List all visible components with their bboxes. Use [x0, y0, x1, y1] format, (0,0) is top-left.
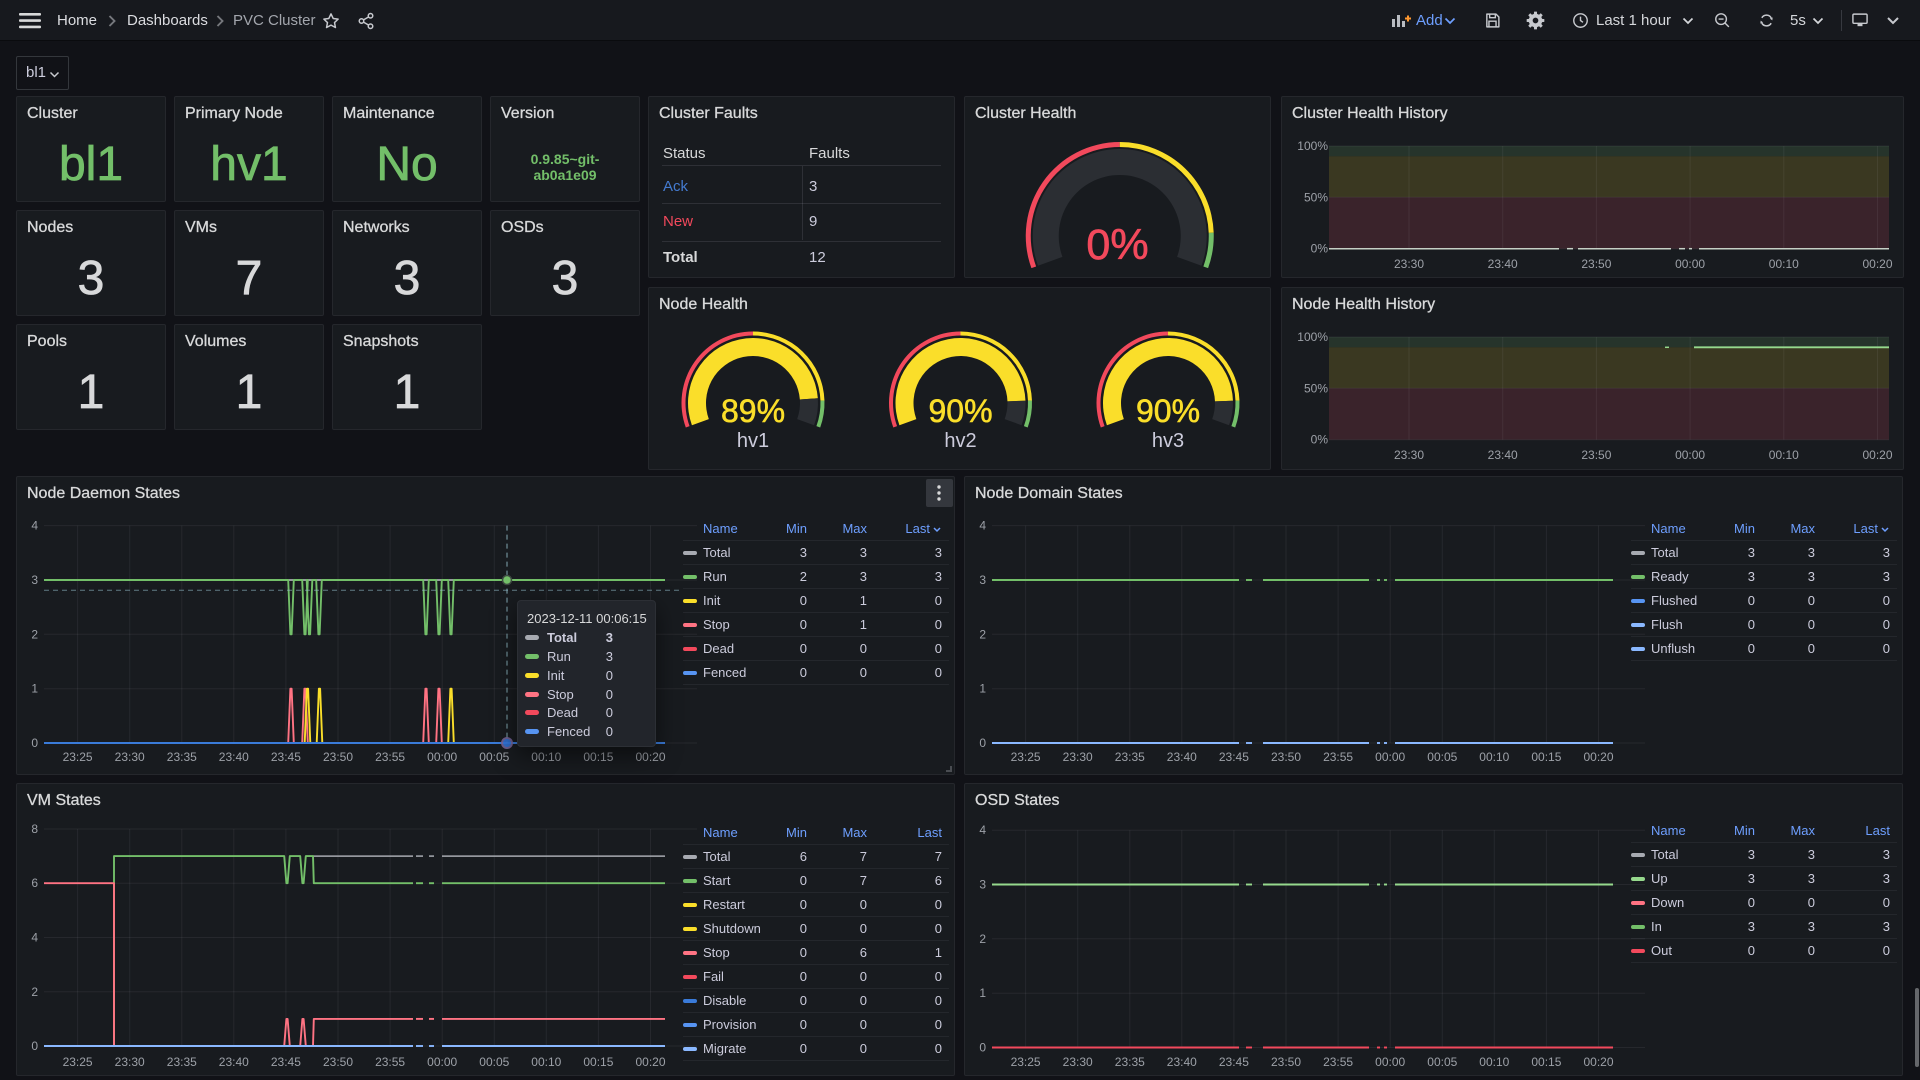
svg-text:4: 4 — [979, 519, 986, 533]
svg-text:23:25: 23:25 — [1011, 750, 1041, 764]
svg-text:23:40: 23:40 — [1167, 750, 1197, 764]
svg-text:00:20: 00:20 — [635, 750, 665, 764]
svg-text:23:40: 23:40 — [1488, 257, 1518, 271]
svg-text:23:40: 23:40 — [219, 750, 249, 764]
svg-text:2: 2 — [979, 627, 986, 641]
svg-text:2: 2 — [31, 627, 38, 641]
svg-text:4: 4 — [31, 931, 38, 945]
svg-text:23:30: 23:30 — [1394, 257, 1424, 271]
svg-text:23:30: 23:30 — [1063, 1055, 1093, 1069]
svg-text:0%: 0% — [1311, 433, 1329, 447]
svg-text:23:40: 23:40 — [219, 1055, 249, 1069]
svg-text:23:35: 23:35 — [1115, 750, 1145, 764]
svg-text:00:05: 00:05 — [1427, 750, 1457, 764]
svg-text:00:15: 00:15 — [1531, 750, 1561, 764]
svg-text:23:45: 23:45 — [271, 1055, 301, 1069]
svg-text:23:30: 23:30 — [115, 750, 145, 764]
svg-text:23:50: 23:50 — [1581, 448, 1611, 462]
svg-text:3: 3 — [31, 573, 38, 587]
svg-text:6: 6 — [31, 876, 38, 890]
svg-text:23:40: 23:40 — [1488, 448, 1518, 462]
svg-text:00:20: 00:20 — [1862, 257, 1892, 271]
svg-text:00:20: 00:20 — [1583, 1055, 1613, 1069]
svg-text:23:50: 23:50 — [323, 750, 353, 764]
svg-text:23:55: 23:55 — [375, 1055, 405, 1069]
svg-text:00:15: 00:15 — [583, 1055, 613, 1069]
svg-text:0%: 0% — [1311, 242, 1329, 256]
svg-text:23:45: 23:45 — [271, 750, 301, 764]
svg-text:50%: 50% — [1304, 190, 1328, 204]
svg-text:23:30: 23:30 — [1063, 750, 1093, 764]
svg-text:23:55: 23:55 — [1323, 1055, 1353, 1069]
svg-text:0: 0 — [31, 736, 38, 750]
svg-text:8: 8 — [31, 822, 38, 836]
svg-text:4: 4 — [979, 823, 986, 837]
svg-text:23:45: 23:45 — [1219, 1055, 1249, 1069]
svg-text:23:50: 23:50 — [1271, 750, 1301, 764]
svg-text:00:00: 00:00 — [1375, 1055, 1405, 1069]
svg-text:23:30: 23:30 — [115, 1055, 145, 1069]
svg-text:00:10: 00:10 — [531, 1055, 561, 1069]
svg-text:1: 1 — [979, 682, 986, 696]
svg-text:1: 1 — [979, 986, 986, 1000]
svg-text:00:00: 00:00 — [1675, 257, 1705, 271]
svg-text:23:50: 23:50 — [1271, 1055, 1301, 1069]
svg-text:4: 4 — [31, 519, 38, 533]
svg-text:00:10: 00:10 — [1479, 1055, 1509, 1069]
svg-text:0: 0 — [979, 1041, 986, 1055]
svg-text:100%: 100% — [1297, 330, 1328, 344]
svg-text:00:00: 00:00 — [1675, 448, 1705, 462]
svg-text:00:15: 00:15 — [583, 750, 613, 764]
svg-text:00:15: 00:15 — [1531, 1055, 1561, 1069]
svg-text:23:35: 23:35 — [167, 1055, 197, 1069]
svg-text:3: 3 — [979, 878, 986, 892]
svg-text:23:25: 23:25 — [63, 750, 93, 764]
svg-text:00:05: 00:05 — [479, 1055, 509, 1069]
svg-text:1: 1 — [31, 682, 38, 696]
svg-text:23:25: 23:25 — [63, 1055, 93, 1069]
svg-text:23:50: 23:50 — [1581, 257, 1611, 271]
svg-text:100%: 100% — [1297, 139, 1328, 153]
svg-text:00:00: 00:00 — [427, 750, 457, 764]
svg-text:23:50: 23:50 — [323, 1055, 353, 1069]
svg-text:00:00: 00:00 — [427, 1055, 457, 1069]
svg-text:0: 0 — [31, 1039, 38, 1053]
svg-text:23:40: 23:40 — [1167, 1055, 1197, 1069]
svg-text:00:05: 00:05 — [479, 750, 509, 764]
svg-text:00:10: 00:10 — [1769, 257, 1799, 271]
svg-text:00:10: 00:10 — [1769, 448, 1799, 462]
svg-text:00:20: 00:20 — [1862, 448, 1892, 462]
svg-text:00:10: 00:10 — [1479, 750, 1509, 764]
svg-text:23:55: 23:55 — [1323, 750, 1353, 764]
svg-text:00:20: 00:20 — [635, 1055, 665, 1069]
svg-text:23:25: 23:25 — [1011, 1055, 1041, 1069]
svg-text:23:45: 23:45 — [1219, 750, 1249, 764]
svg-text:23:55: 23:55 — [375, 750, 405, 764]
svg-text:3: 3 — [979, 573, 986, 587]
svg-text:00:00: 00:00 — [1375, 750, 1405, 764]
svg-text:50%: 50% — [1304, 381, 1328, 395]
svg-text:2: 2 — [979, 932, 986, 946]
svg-text:23:30: 23:30 — [1394, 448, 1424, 462]
svg-text:00:10: 00:10 — [531, 750, 561, 764]
svg-text:00:20: 00:20 — [1583, 750, 1613, 764]
svg-text:23:35: 23:35 — [1115, 1055, 1145, 1069]
svg-text:00:05: 00:05 — [1427, 1055, 1457, 1069]
svg-text:0: 0 — [979, 736, 986, 750]
svg-text:2: 2 — [31, 985, 38, 999]
svg-text:23:35: 23:35 — [167, 750, 197, 764]
